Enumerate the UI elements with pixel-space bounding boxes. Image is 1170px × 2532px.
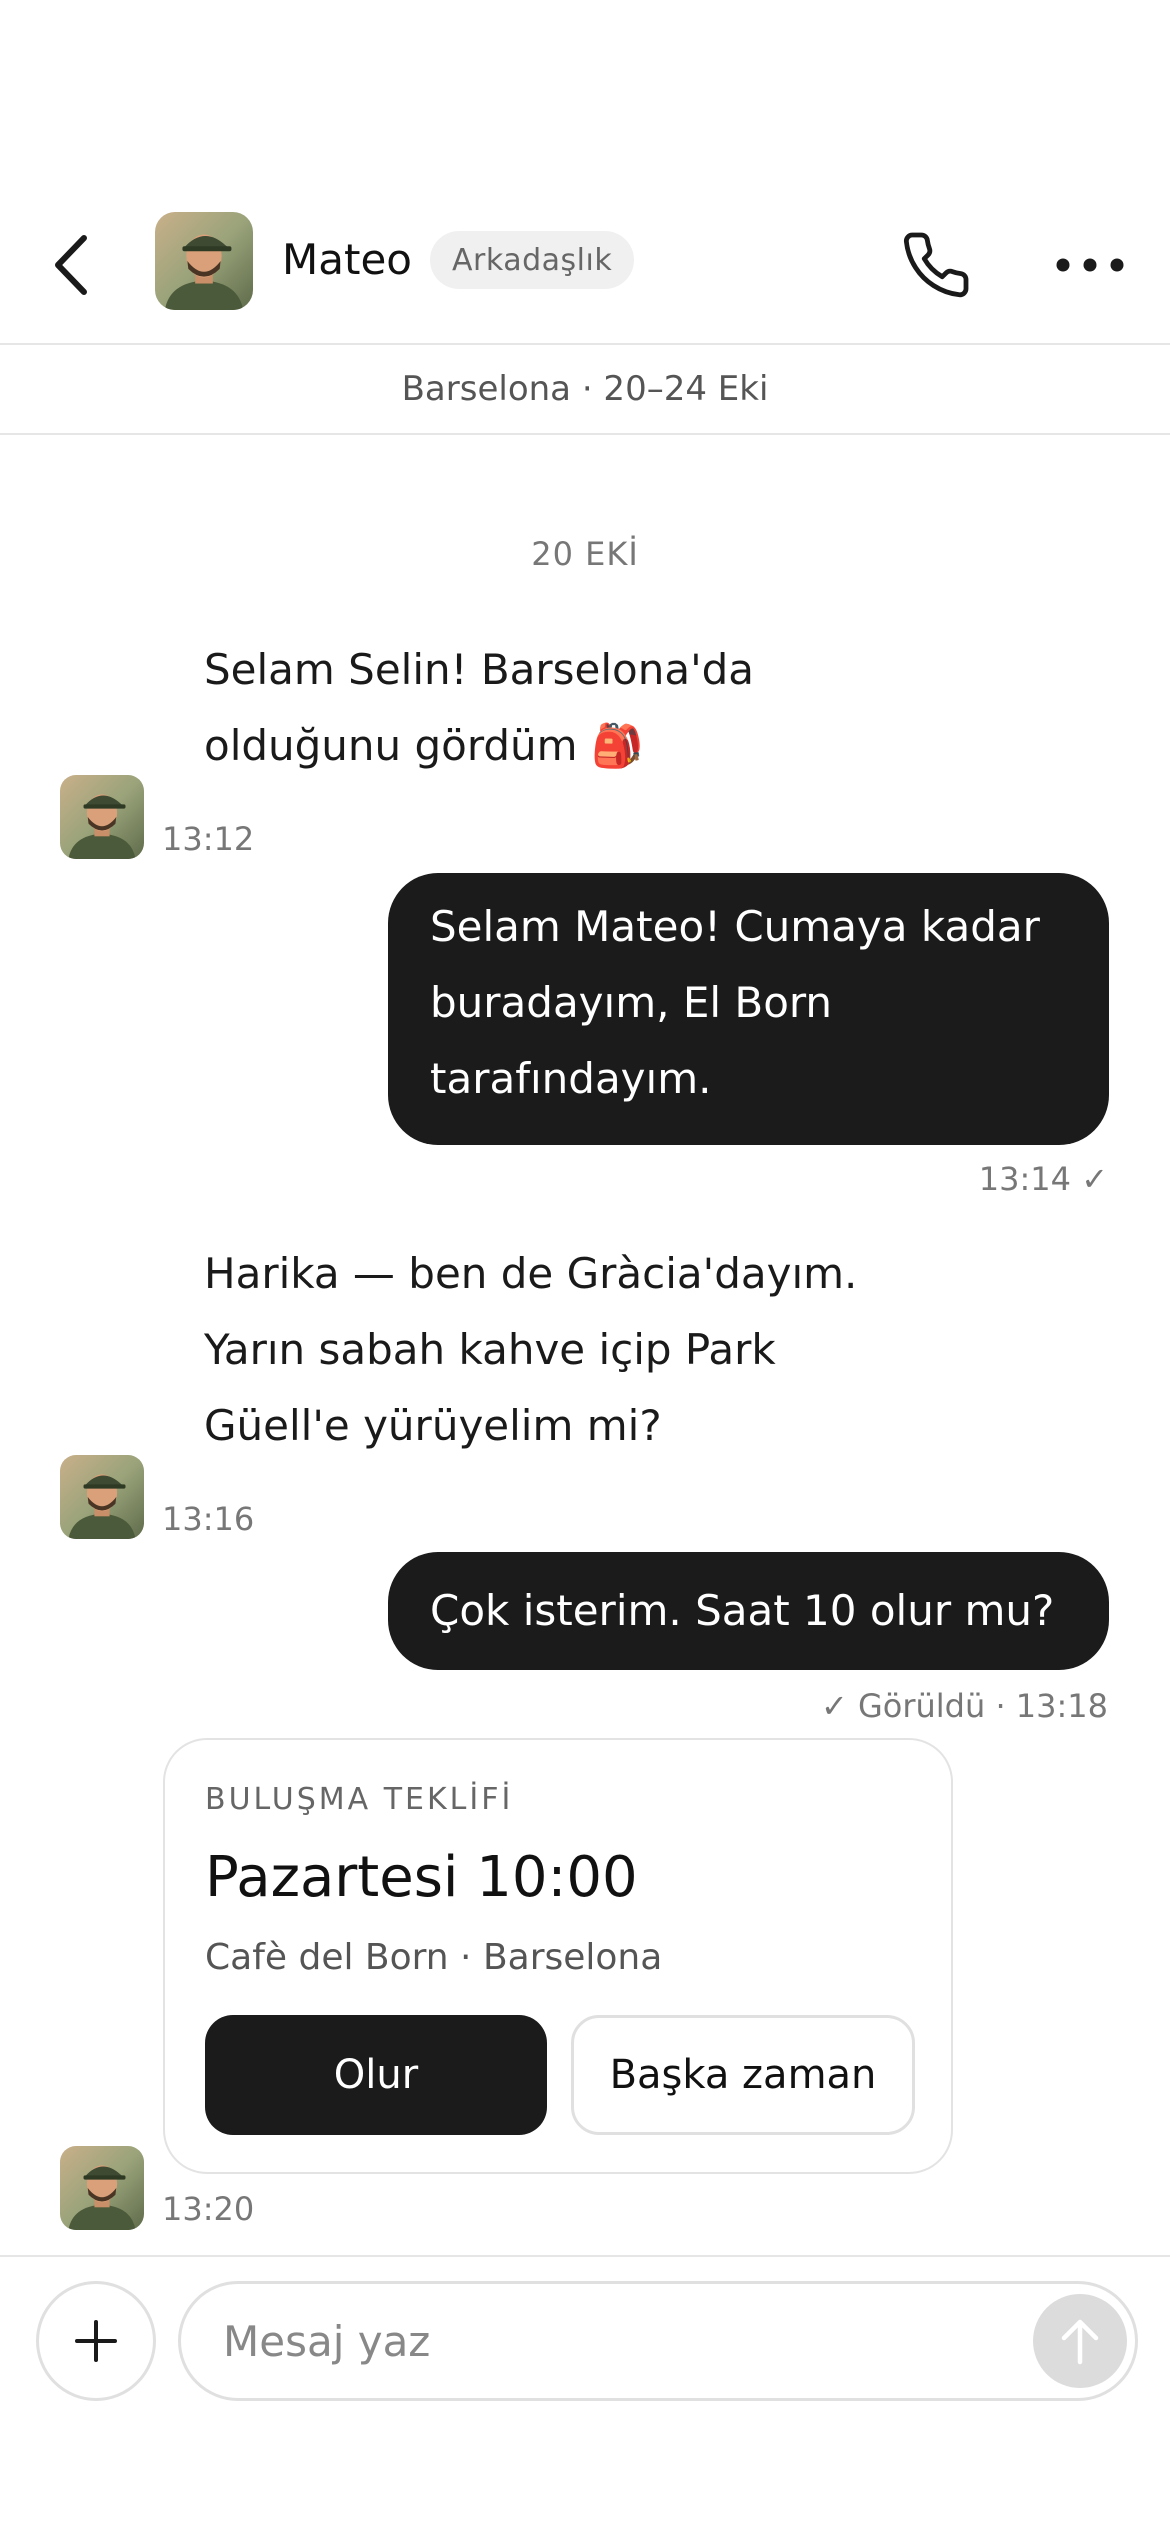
relationship-badge: Arkadaşlık xyxy=(430,231,635,289)
message-status: 13:14 ✓ xyxy=(978,1160,1108,1198)
accept-button[interactable]: Olur xyxy=(205,2015,547,2135)
trip-context-bar: Barselona · 20–24 Eki xyxy=(0,345,1170,435)
message-time: 13:20 xyxy=(162,2190,255,2228)
message-status: ✓ Görüldü · 13:18 xyxy=(820,1687,1108,1725)
outgoing-message[interactable]: Çok isterim. Saat 10 olur mu? xyxy=(388,1552,1109,1670)
sender-avatar[interactable] xyxy=(60,775,144,859)
message-line: Çok isterim. Saat 10 olur mu? xyxy=(430,1586,1055,1635)
message-input[interactable]: Mesaj yaz xyxy=(178,2281,1138,2401)
incoming-message[interactable]: Selam Selin! Barselona'da olduğunu gördü… xyxy=(204,632,754,784)
message-line: tarafındayım. xyxy=(430,1054,712,1103)
send-button[interactable] xyxy=(1033,2294,1127,2388)
card-kicker: BULUŞMA TEKLİFİ xyxy=(205,1782,514,1817)
call-button[interactable] xyxy=(896,225,976,305)
contact-avatar[interactable] xyxy=(155,212,253,310)
chat-header: Mateo Arkadaşlık xyxy=(0,195,1170,345)
sender-avatar[interactable] xyxy=(60,1455,144,1539)
sender-avatar[interactable] xyxy=(60,2146,144,2230)
outgoing-message[interactable]: Selam Mateo! Cumaya kadar buradayım, El … xyxy=(388,873,1109,1145)
message-line: buradayım, El Born xyxy=(430,978,833,1027)
contact-name[interactable]: Mateo xyxy=(282,235,412,284)
plus-icon xyxy=(75,2320,117,2362)
meeting-place: Cafè del Born · Barselona xyxy=(205,1937,663,1978)
meeting-proposal-card: BULUŞMA TEKLİFİ Pazartesi 10:00 Cafè del… xyxy=(163,1738,953,2174)
arrow-up-icon xyxy=(1061,2319,1099,2365)
incoming-message[interactable]: Harika — ben de Gràcia'dayım. Yarın saba… xyxy=(204,1236,857,1464)
more-dots-icon xyxy=(1056,258,1124,272)
more-options-button[interactable] xyxy=(1050,235,1130,295)
message-time: 13:16 xyxy=(162,1500,255,1538)
message-line: olduğunu gördüm 🎒 xyxy=(204,721,644,770)
message-time: 13:12 xyxy=(162,820,255,858)
chevron-left-icon xyxy=(55,235,87,295)
phone-icon xyxy=(903,232,969,298)
message-line: Selam Mateo! Cumaya kadar xyxy=(430,902,1040,951)
back-button[interactable] xyxy=(42,225,102,305)
message-line: Yarın sabah kahve içip Park xyxy=(204,1325,776,1374)
date-separator: 20 EKİ xyxy=(531,535,639,573)
other-time-button[interactable]: Başka zaman xyxy=(571,2015,915,2135)
message-input-placeholder: Mesaj yaz xyxy=(223,2316,431,2366)
message-line: Harika — ben de Gràcia'dayım. xyxy=(204,1249,858,1298)
message-composer: Mesaj yaz xyxy=(0,2255,1170,2532)
add-attachment-button[interactable] xyxy=(36,2281,156,2401)
message-line: Selam Selin! Barselona'da xyxy=(204,645,755,694)
meeting-time-title: Pazartesi 10:00 xyxy=(205,1845,638,1910)
message-line: Güell'e yürüyelim mi? xyxy=(204,1401,662,1450)
